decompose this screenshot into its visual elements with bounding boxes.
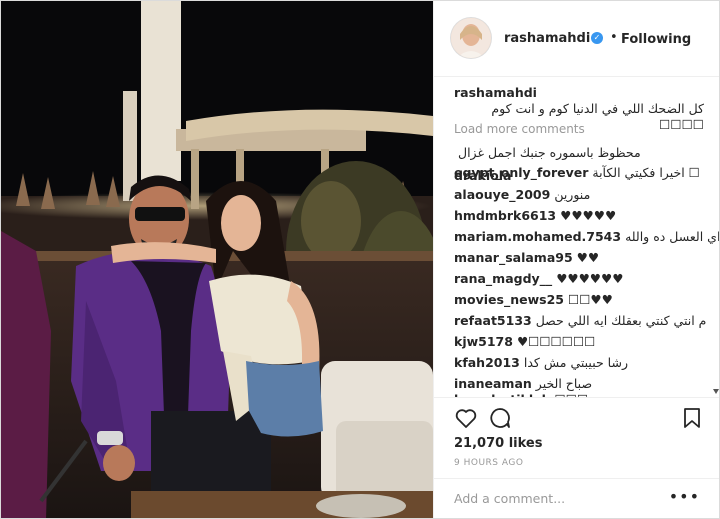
like-button[interactable]: [454, 406, 478, 430]
comment-text: ♥☐☐☐☐☐☐: [516, 334, 596, 349]
comment-button[interactable]: [488, 406, 512, 430]
post-frame: rashamahdi ✓ • Following rashamahdi كل ا…: [0, 0, 720, 519]
comment-item: hmdmbrk6613 ♥♥♥♥♥: [454, 208, 616, 223]
comment-item: rana_magdy__ ♥♥♥♥♥♥: [454, 271, 623, 286]
photo-illustration: [1, 1, 433, 518]
comment-username[interactable]: egypt_only_forever: [454, 165, 588, 180]
comment-text: رشا حبيبتي مش كدا: [523, 355, 628, 370]
avatar-image: [451, 18, 491, 58]
post-sidebar: rashamahdi ✓ • Following rashamahdi كل ا…: [433, 1, 720, 518]
post-header: rashamahdi ✓ • Following: [434, 1, 719, 77]
scrollbar[interactable]: [712, 377, 719, 397]
comment-item: kfah2013 رشا حبيبتي مش كدا: [454, 355, 628, 370]
comment-username[interactable]: inaneaman: [454, 376, 532, 391]
heart-icon: [455, 409, 477, 428]
scroll-down-arrow-icon: [713, 389, 719, 394]
add-comment-input[interactable]: Add a comment...: [454, 491, 565, 506]
comment-text: صباح الخير: [535, 376, 593, 391]
following-button[interactable]: Following: [621, 32, 691, 47]
caption-username[interactable]: rashamahdi: [454, 85, 537, 100]
add-comment-bar: Add a comment... •••: [434, 478, 719, 518]
comments-list[interactable]: rashamahdi كل الضحك اللي في الدنيا كوم و…: [434, 77, 720, 397]
comment-text: ♥♥♥♥♥♥: [556, 271, 624, 286]
comment-item: محظوظ باسموره جنبك اجمل غزال: [454, 145, 641, 160]
comment-username[interactable]: mariam.mohamed.7543: [454, 229, 621, 244]
comment-username[interactable]: kjw5178: [454, 334, 513, 349]
comment-item: alaouye_2009 منورين: [454, 187, 590, 202]
comment-username[interactable]: movies_news25: [454, 292, 564, 307]
header-separator: •: [610, 30, 618, 45]
verified-badge-icon: ✓: [591, 32, 603, 44]
comment-item: refaat5133 م انتي كنتي بعقلك ايه اللي حصل: [454, 313, 706, 328]
comment-item: manar_salama95 ♥♥: [454, 250, 599, 265]
comment-username[interactable]: alaouye_2009: [454, 187, 550, 202]
comment-text: اخيرا فكيتي الكآبة ☐: [592, 165, 700, 180]
comment-text: ♥♥♥♥♥: [560, 208, 617, 223]
post-photo[interactable]: [1, 1, 433, 518]
comment-item: kjw5178 ♥☐☐☐☐☐☐: [454, 334, 595, 349]
comment-username[interactable]: kfah2013: [454, 355, 520, 370]
comment-username[interactable]: rana_magdy__: [454, 271, 552, 286]
comment-icon: [490, 408, 510, 428]
post-timestamp[interactable]: 9 HOURS AGO: [454, 458, 523, 468]
avatar[interactable]: [451, 18, 491, 58]
likes-count[interactable]: 21,070 likes: [454, 436, 542, 451]
save-button[interactable]: [680, 406, 704, 430]
comment-text: ☐☐♥♥: [567, 292, 613, 307]
comment-text: م انتي كنتي بعقلك ايه اللي حصل: [535, 313, 707, 328]
comment-username[interactable]: refaat5133: [454, 313, 532, 328]
comment-username[interactable]: hmdmbrk6613: [454, 208, 556, 223]
comment-username[interactable]: manar_salama95: [454, 250, 573, 265]
comment-item: mariam.mohamed.7543 اي العسل ده والله: [454, 229, 720, 244]
comment-text: منورين: [554, 187, 591, 202]
post-actions: 21,070 likes 9 HOURS AGO Add a comment..…: [434, 397, 719, 518]
comment-item: egypt_only_forever اخيرا فكيتي الكآبة ☐: [454, 165, 700, 180]
comment-item: inaneaman صباح الخير: [454, 376, 592, 391]
comment-text: محظوظ باسموره جنبك اجمل غزال: [458, 145, 641, 160]
username-link[interactable]: rashamahdi: [504, 31, 590, 46]
bookmark-icon: [684, 408, 700, 428]
load-more-comments-button[interactable]: Load more comments: [454, 122, 585, 136]
comment-item: movies_news25 ☐☐♥♥: [454, 292, 613, 307]
comment-text: اي العسل ده والله: [625, 229, 720, 244]
more-options-button[interactable]: •••: [669, 487, 700, 506]
comment-text: ♥♥: [576, 250, 600, 265]
